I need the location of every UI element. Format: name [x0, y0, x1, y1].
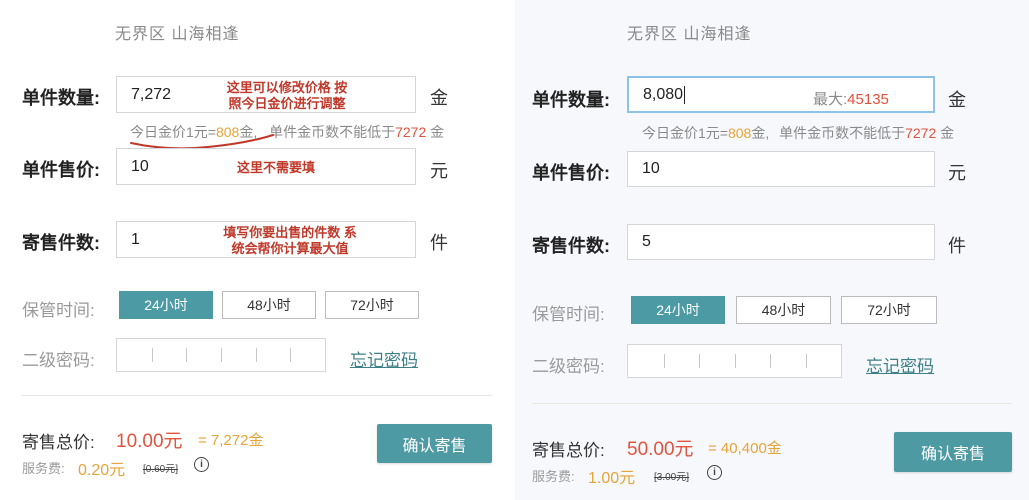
fee-value: 0.20元: [78, 462, 126, 479]
price-label: 单件售价:: [22, 160, 100, 180]
left-sell-panel: 无界区 山海相逢 单件数量: 7,272 这里可以修改价格 按 照今日金价进行调…: [0, 0, 515, 500]
total-gold: = 40,400金: [708, 440, 782, 457]
secondary-password-input[interactable]: [627, 344, 842, 378]
time-option-24h[interactable]: 24小时: [119, 291, 213, 319]
server-name: 无界区 山海相逢: [627, 26, 752, 43]
qty-label: 单件数量:: [532, 90, 610, 110]
price-unit: 元: [948, 163, 966, 183]
time-option-48h[interactable]: 48小时: [222, 291, 316, 319]
total-label: 寄售总价:: [532, 441, 605, 460]
time-option-48h[interactable]: 48小时: [736, 296, 831, 324]
fee-original: [3.00元]: [654, 472, 690, 483]
divider: [22, 395, 492, 396]
rate-hint: 今日金价1元=808金, 单件金币数不能低于7272 金: [642, 125, 955, 141]
count-value: 1: [131, 230, 140, 248]
forgot-password-link[interactable]: 忘记密码: [350, 346, 418, 371]
count-label: 寄售件数:: [532, 236, 610, 256]
annotation-count: 填写你要出售的件数 系 统会帮你计算最大值: [223, 225, 357, 256]
time-label: 保管时间:: [22, 301, 95, 320]
count-input[interactable]: 5: [627, 224, 935, 260]
qty-value: 8,080: [643, 85, 684, 103]
time-option-72h[interactable]: 72小时: [841, 296, 937, 324]
confirm-sell-button[interactable]: 确认寄售: [377, 424, 492, 463]
server-name: 无界区 山海相逢: [115, 26, 240, 43]
qty-label: 单件数量:: [22, 88, 100, 108]
price-input[interactable]: 10: [627, 151, 935, 187]
fee-original: [0.60元]: [143, 464, 179, 475]
price-unit: 元: [430, 161, 448, 181]
secondary-password-input[interactable]: [116, 338, 326, 372]
qty-unit: 金: [948, 90, 966, 110]
time-option-24h[interactable]: 24小时: [631, 296, 725, 324]
count-label: 寄售件数:: [22, 233, 100, 253]
forgot-password-link[interactable]: 忘记密码: [866, 352, 934, 377]
right-sell-panel: 无界区 山海相逢 单件数量: 8,080 最大:45135 金 今日金价1元=8…: [515, 0, 1029, 500]
total-gold: = 7,272金: [198, 432, 264, 449]
time-label: 保管时间:: [532, 305, 605, 324]
total-rmb: 10.00元: [116, 431, 183, 452]
pwd-label: 二级密码:: [22, 351, 95, 370]
pwd-label: 二级密码:: [532, 357, 605, 376]
confirm-sell-button[interactable]: 确认寄售: [894, 432, 1012, 472]
total-rmb: 50.00元: [627, 439, 694, 460]
fee-label: 服务费:: [22, 461, 65, 476]
annotation-price: 这里不需要填: [236, 160, 315, 175]
price-label: 单件售价:: [532, 163, 610, 183]
time-option-72h[interactable]: 72小时: [325, 291, 419, 319]
price-value: 10: [642, 160, 660, 177]
fee-label: 服务费:: [532, 469, 575, 484]
count-unit: 件: [430, 233, 448, 253]
price-value: 10: [131, 157, 149, 175]
qty-max: 最大:45135: [813, 91, 889, 108]
divider: [532, 403, 1012, 404]
count-unit: 件: [948, 236, 966, 256]
count-value: 5: [642, 233, 651, 250]
text-cursor: [684, 85, 686, 104]
total-label: 寄售总价:: [22, 433, 95, 452]
annotation-qty: 这里可以修改价格 按 照今日金价进行调整: [226, 80, 348, 111]
fee-value: 1.00元: [588, 470, 636, 487]
qty-unit: 金: [430, 88, 448, 108]
info-icon[interactable]: i: [194, 457, 209, 472]
qty-value: 7,272: [131, 85, 172, 103]
info-icon[interactable]: i: [707, 465, 722, 480]
